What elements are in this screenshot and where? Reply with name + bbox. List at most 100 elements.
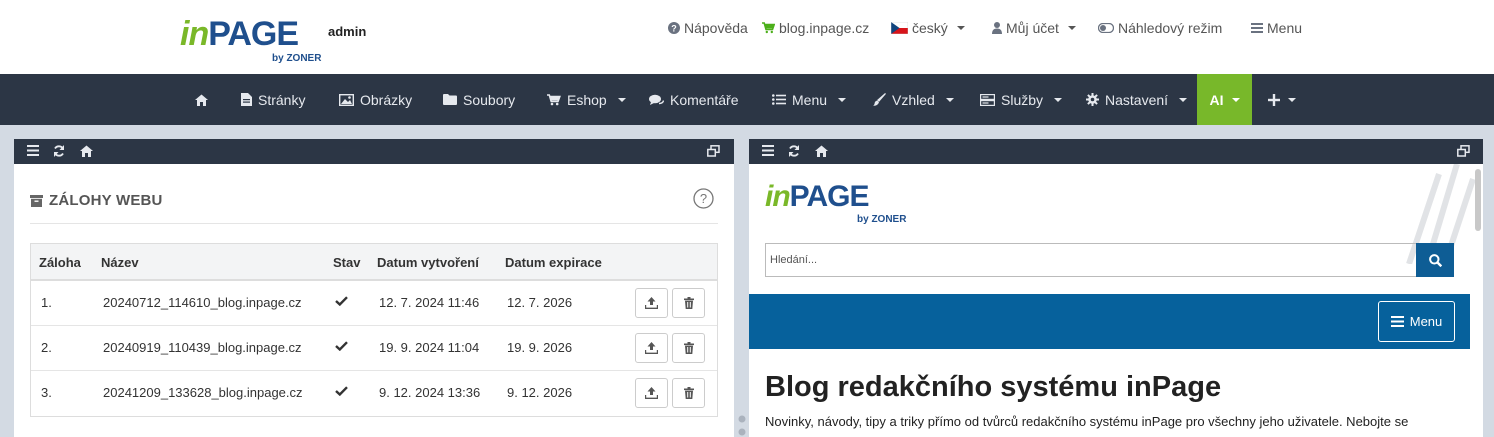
preview-mode-toggle[interactable]: Náhledový režim bbox=[1098, 20, 1222, 36]
blog-site-label: blog.inpage.cz bbox=[779, 20, 870, 36]
logo-by-zoner: by ZONER bbox=[272, 53, 322, 64]
check-icon bbox=[335, 386, 348, 396]
preview-menu-button[interactable]: Menu bbox=[1378, 301, 1455, 342]
nav-comments[interactable]: Komentáře bbox=[649, 74, 738, 125]
nav-add[interactable] bbox=[1268, 74, 1296, 125]
blog-site-link[interactable]: blog.inpage.cz bbox=[762, 20, 869, 36]
nav-services[interactable]: Služby bbox=[980, 74, 1063, 125]
restore-backup-button[interactable] bbox=[635, 333, 668, 363]
preview-search-input[interactable]: Hledání... bbox=[765, 243, 1417, 277]
backup-created-date: 9. 12. 2024 13:36 bbox=[379, 385, 481, 400]
preview-menu-label: Menu bbox=[1409, 314, 1443, 329]
upload-icon bbox=[645, 342, 658, 354]
column-header-name[interactable]: Název bbox=[101, 255, 139, 270]
language-dropdown[interactable]: český bbox=[891, 20, 965, 36]
scrollbar[interactable] bbox=[1475, 169, 1481, 231]
inpage-admin-logo[interactable]: inPAGE admin by ZONER bbox=[180, 16, 380, 68]
preview-mode-label: Náhledový režim bbox=[1118, 20, 1223, 36]
nav-images-label: Obrázky bbox=[360, 91, 413, 108]
list-icon bbox=[772, 94, 786, 105]
logo-in: in bbox=[180, 15, 209, 53]
preview-blog-description: Novinky, návody, tipy a triky přímo od t… bbox=[765, 414, 1409, 429]
logo-by-zoner: by ZONER bbox=[857, 214, 907, 225]
column-header-expires[interactable]: Datum expirace bbox=[505, 255, 602, 270]
backup-created-date: 19. 9. 2024 11:04 bbox=[379, 340, 480, 355]
preview-site-logo[interactable]: inPAGE by ZONER bbox=[765, 180, 906, 226]
panel-splitter-handle[interactable] bbox=[738, 414, 746, 437]
preview-blog-title: Blog redakčního systému inPage bbox=[765, 371, 1222, 403]
nav-appearance[interactable]: Vzhled bbox=[873, 74, 954, 125]
help-link[interactable]: ? Nápověda bbox=[668, 20, 748, 36]
page-title: ZÁLOHY WEBU bbox=[30, 192, 163, 209]
backup-name: 20241209_133628_blog.inpage.cz bbox=[103, 385, 303, 400]
home-icon[interactable] bbox=[815, 145, 828, 157]
trash-icon bbox=[683, 387, 694, 399]
backup-expiry-date: 12. 7. 2026 bbox=[507, 295, 573, 310]
nav-appearance-label: Vzhled bbox=[892, 91, 935, 108]
logo-page: PAGE bbox=[789, 180, 870, 213]
restore-backup-button[interactable] bbox=[635, 288, 668, 318]
panel-toolbar bbox=[14, 139, 734, 164]
nav-ai[interactable]: AI bbox=[1197, 74, 1252, 125]
logo-admin-label: admin bbox=[328, 24, 367, 39]
chevron-down-icon bbox=[1288, 97, 1296, 102]
account-dropdown[interactable]: Můj účet bbox=[992, 20, 1076, 36]
home-icon[interactable] bbox=[80, 145, 93, 157]
file-icon bbox=[241, 93, 252, 106]
plus-icon bbox=[1268, 93, 1280, 106]
logo-in: in bbox=[765, 180, 791, 213]
restore-backup-button[interactable] bbox=[635, 378, 668, 408]
nav-eshop[interactable]: Eshop bbox=[547, 74, 626, 125]
nav-menu-label: Menu bbox=[792, 91, 828, 108]
backups-panel: ZÁLOHY WEBU ? Záloha Název Stav Datum vy… bbox=[14, 139, 734, 437]
delete-backup-button[interactable] bbox=[672, 288, 705, 318]
preview-search-button[interactable] bbox=[1416, 243, 1454, 277]
help-link-label: Nápověda bbox=[684, 20, 748, 36]
delete-backup-button[interactable] bbox=[672, 333, 705, 363]
nav-files[interactable]: Soubory bbox=[443, 74, 515, 125]
nav-comments-label: Komentáře bbox=[670, 91, 739, 108]
header-menu-label: Menu bbox=[1267, 20, 1303, 36]
czech-flag-icon bbox=[891, 22, 908, 34]
restore-window-icon[interactable] bbox=[707, 145, 720, 157]
trash-icon bbox=[683, 342, 694, 354]
nav-settings[interactable]: Nastavení bbox=[1086, 74, 1188, 125]
table-row: 3. 20241209_133628_blog.inpage.cz 9. 12.… bbox=[31, 371, 717, 416]
nav-home[interactable] bbox=[195, 74, 208, 125]
question-circle-icon: ? bbox=[668, 22, 680, 34]
backup-created-date: 12. 7. 2024 11:46 bbox=[379, 295, 480, 310]
delete-backup-button[interactable] bbox=[672, 378, 705, 408]
header-menu-button[interactable]: Menu bbox=[1251, 20, 1302, 36]
nav-images[interactable]: Obrázky bbox=[339, 74, 412, 125]
upload-icon bbox=[645, 297, 658, 309]
backup-expiry-date: 19. 9. 2026 bbox=[507, 340, 573, 355]
hamburger-icon[interactable] bbox=[762, 145, 774, 156]
logo-page: PAGE bbox=[208, 15, 299, 53]
trash-icon bbox=[683, 297, 694, 309]
help-icon[interactable]: ? bbox=[693, 188, 714, 209]
comments-icon bbox=[649, 94, 664, 106]
hamburger-icon[interactable] bbox=[27, 145, 39, 156]
nav-ai-label: AI bbox=[1209, 91, 1224, 108]
nav-menu[interactable]: Menu bbox=[772, 74, 847, 125]
nav-eshop-label: Eshop bbox=[567, 91, 607, 108]
cart-icon bbox=[547, 93, 561, 106]
search-icon bbox=[1428, 253, 1442, 267]
cart-icon bbox=[762, 22, 775, 34]
user-icon bbox=[992, 22, 1002, 34]
check-icon bbox=[335, 341, 348, 351]
refresh-icon[interactable] bbox=[53, 145, 65, 157]
column-header-backup[interactable]: Záloha bbox=[39, 255, 81, 270]
restore-window-icon[interactable] bbox=[1457, 145, 1470, 157]
backup-number: 2. bbox=[41, 340, 52, 355]
nav-settings-label: Nastavení bbox=[1105, 91, 1169, 108]
table-row: 2. 20240919_110439_blog.inpage.cz 19. 9.… bbox=[31, 326, 717, 371]
site-preview-panel: inPAGE by ZONER Hledání... Menu Blog red… bbox=[749, 139, 1483, 437]
home-icon bbox=[195, 94, 208, 106]
column-header-created[interactable]: Datum vytvoření bbox=[377, 255, 479, 270]
nav-pages[interactable]: Stránky bbox=[241, 74, 305, 125]
column-header-status[interactable]: Stav bbox=[333, 255, 360, 270]
refresh-icon[interactable] bbox=[788, 145, 800, 157]
check-icon bbox=[335, 296, 348, 306]
chevron-down-icon bbox=[1054, 97, 1063, 102]
